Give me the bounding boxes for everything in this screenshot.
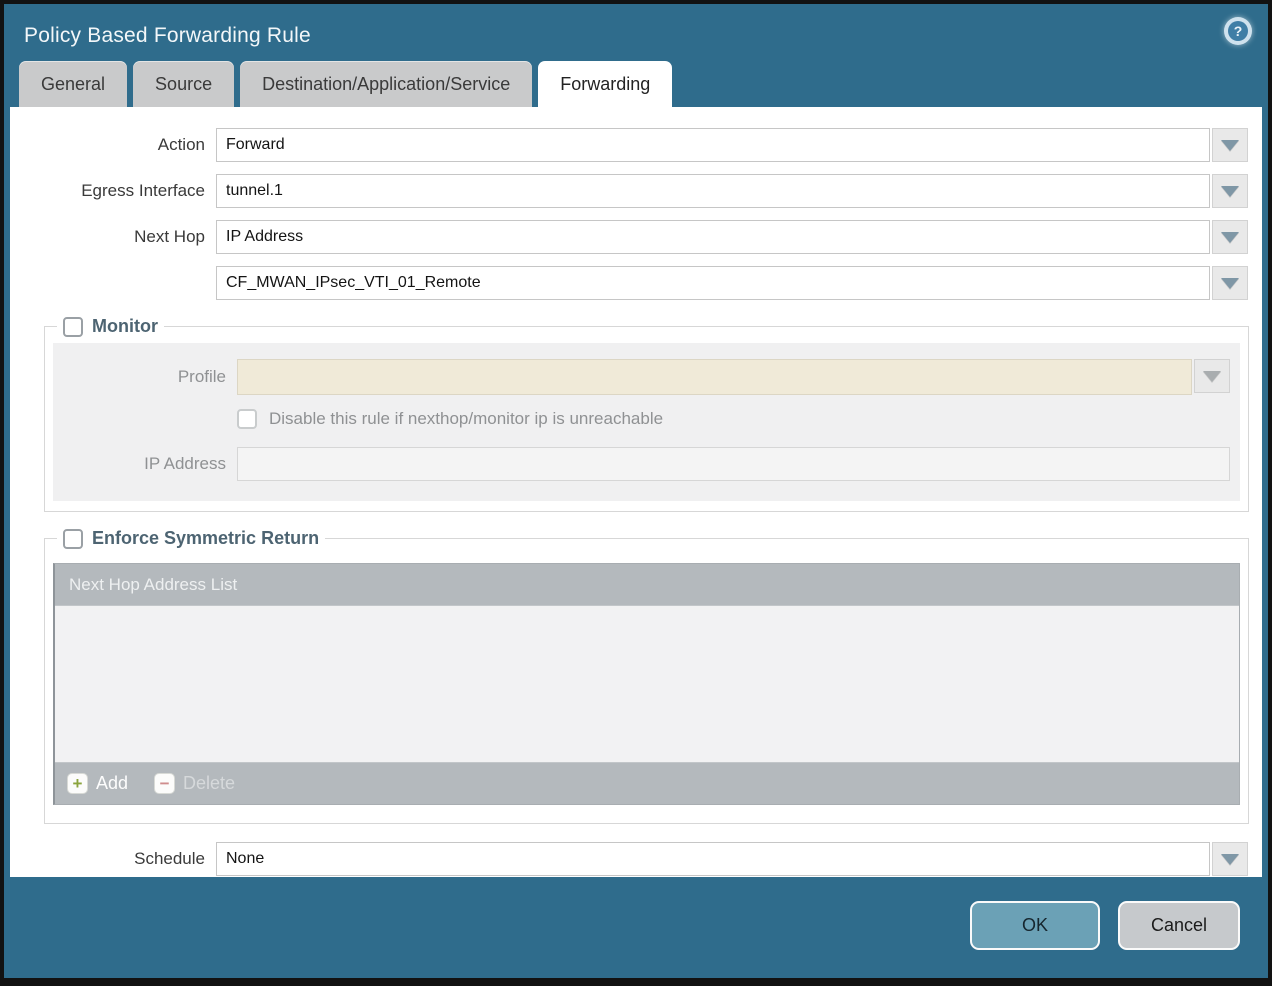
egress-interface-dropdown-button[interactable]: [1212, 174, 1248, 208]
disable-rule-row: Disable this rule if nexthop/monitor ip …: [53, 409, 1230, 429]
schedule-label: Schedule: [10, 849, 216, 869]
plus-icon: +: [67, 773, 88, 794]
dialog-titlebar: Policy Based Forwarding Rule ?: [4, 4, 1268, 60]
monitor-ip-address-field: [237, 447, 1230, 481]
chevron-down-icon: [1203, 371, 1221, 382]
action-label: Action: [10, 135, 216, 155]
monitor-ip-address-row: IP Address: [53, 447, 1230, 481]
next-hop-type-value: IP Address: [226, 228, 303, 246]
policy-based-forwarding-dialog: Policy Based Forwarding Rule ? General S…: [0, 0, 1272, 986]
monitor-legend-label: Monitor: [92, 316, 158, 337]
enforce-symmetric-return-legend: Enforce Symmetric Return: [57, 528, 325, 549]
minus-icon: −: [154, 773, 175, 794]
add-button-label: Add: [96, 773, 128, 794]
schedule-row: Schedule None: [10, 842, 1248, 876]
delete-button-label: Delete: [183, 773, 235, 794]
next-hop-address-list-body[interactable]: [55, 606, 1239, 762]
question-mark-icon: ?: [1228, 21, 1248, 41]
tab-bar: General Source Destination/Application/S…: [4, 60, 1268, 107]
monitor-body: Profile Disable this rule if nexthop/mon…: [53, 343, 1240, 501]
enforce-symmetric-return-legend-label: Enforce Symmetric Return: [92, 528, 319, 549]
next-hop-address-list-table: Next Hop Address List + Add − Delete: [53, 563, 1240, 805]
chevron-down-icon: [1221, 232, 1239, 243]
disable-rule-label: Disable this rule if nexthop/monitor ip …: [269, 409, 663, 429]
action-dropdown-button[interactable]: [1212, 128, 1248, 162]
forwarding-tab-panel: Action Forward Egress Interface tunnel.1: [10, 107, 1262, 877]
delete-button: − Delete: [154, 773, 235, 794]
tab-general[interactable]: General: [19, 61, 127, 107]
profile-dropdown-button: [1194, 359, 1230, 393]
disable-rule-checkbox: [237, 409, 257, 429]
next-hop-address-list-header: Next Hop Address List: [55, 564, 1239, 606]
next-hop-type-dropdown-button[interactable]: [1212, 220, 1248, 254]
enforce-symmetric-return-section: Enforce Symmetric Return Next Hop Addres…: [44, 528, 1249, 824]
monitor-ip-address-label: IP Address: [53, 454, 237, 474]
schedule-dropdown-button[interactable]: [1212, 842, 1248, 876]
action-field[interactable]: Forward: [216, 128, 1210, 162]
dialog-footer: OK Cancel: [4, 877, 1268, 974]
action-row: Action Forward: [10, 128, 1248, 162]
profile-row: Profile: [53, 359, 1230, 395]
next-hop-address-field[interactable]: CF_MWAN_IPsec_VTI_01_Remote: [216, 266, 1210, 300]
next-hop-address-value: CF_MWAN_IPsec_VTI_01_Remote: [226, 274, 481, 292]
profile-label: Profile: [53, 367, 237, 387]
tab-source[interactable]: Source: [133, 61, 234, 107]
next-hop-address-list-toolbar: + Add − Delete: [55, 762, 1239, 804]
next-hop-address-dropdown-button[interactable]: [1212, 266, 1248, 300]
add-button[interactable]: + Add: [67, 773, 128, 794]
next-hop-row: Next Hop IP Address: [10, 220, 1248, 254]
chevron-down-icon: [1221, 278, 1239, 289]
next-hop-address-row: CF_MWAN_IPsec_VTI_01_Remote: [10, 266, 1248, 300]
monitor-checkbox[interactable]: [63, 317, 83, 337]
egress-interface-label: Egress Interface: [10, 181, 216, 201]
dialog-title: Policy Based Forwarding Rule: [24, 24, 311, 48]
chevron-down-icon: [1221, 140, 1239, 151]
next-hop-type-field[interactable]: IP Address: [216, 220, 1210, 254]
action-value: Forward: [226, 136, 285, 154]
tab-destination-application-service[interactable]: Destination/Application/Service: [240, 61, 532, 107]
chevron-down-icon: [1221, 186, 1239, 197]
monitor-legend: Monitor: [57, 316, 164, 337]
monitor-section: Monitor Profile: [44, 316, 1249, 512]
ok-button[interactable]: OK: [970, 901, 1100, 950]
cancel-button[interactable]: Cancel: [1118, 901, 1240, 950]
egress-interface-field[interactable]: tunnel.1: [216, 174, 1210, 208]
next-hop-address-list-header-label: Next Hop Address List: [69, 575, 237, 595]
tab-forwarding[interactable]: Forwarding: [538, 61, 672, 107]
enforce-symmetric-return-checkbox[interactable]: [63, 529, 83, 549]
schedule-field[interactable]: None: [216, 842, 1210, 876]
schedule-value: None: [226, 850, 264, 868]
egress-interface-value: tunnel.1: [226, 182, 283, 200]
profile-field: [237, 359, 1192, 395]
egress-interface-row: Egress Interface tunnel.1: [10, 174, 1248, 208]
next-hop-label: Next Hop: [10, 227, 216, 247]
chevron-down-icon: [1221, 854, 1239, 865]
help-button[interactable]: ?: [1224, 17, 1252, 45]
